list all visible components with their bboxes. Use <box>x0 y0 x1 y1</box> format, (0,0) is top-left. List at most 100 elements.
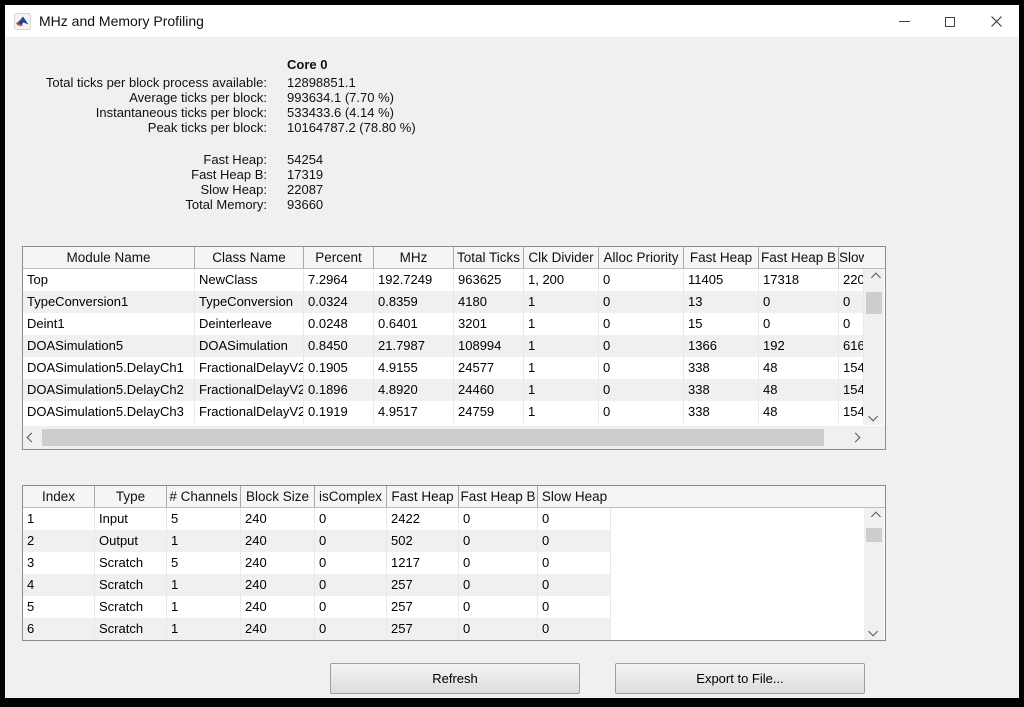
profiling-window: MHz and Memory Profiling Core 0 Total ti <box>5 5 1019 698</box>
table-cell: 0 <box>538 530 611 552</box>
export-to-file-button[interactable]: Export to File... <box>615 663 865 694</box>
table-row[interactable]: 2Output1240050200 <box>23 530 611 552</box>
table-cell: DOASimulation5.DelayCh1 <box>23 357 195 379</box>
table-cell: 11405 <box>684 269 759 291</box>
table-cell: 1 <box>167 574 241 596</box>
table-cell: 4.9517 <box>374 401 454 423</box>
table-cell: 4.9155 <box>374 357 454 379</box>
table-cell: 0 <box>599 401 684 423</box>
table-cell: 15 <box>684 313 759 335</box>
table-cell: 0 <box>599 313 684 335</box>
chevron-down-icon <box>868 412 878 422</box>
table-row[interactable]: TopNewClass7.2964192.72499636251, 200011… <box>23 269 864 291</box>
table-row[interactable]: DOASimulation5.DelayCh1FractionalDelayV2… <box>23 357 864 379</box>
table-cell: 0 <box>839 313 864 335</box>
memory-table-vertical-scrollbar[interactable] <box>864 508 884 640</box>
table-cell: DOASimulation5.DelayCh2 <box>23 379 195 401</box>
table-cell: 0 <box>599 357 684 379</box>
table-cell: 1 <box>167 530 241 552</box>
table-cell: 0 <box>538 574 611 596</box>
table-cell: Scratch <box>95 618 167 640</box>
table-row[interactable]: Deint1Deinterleave0.02480.64013201101500 <box>23 313 864 335</box>
table-cell: 0 <box>459 618 538 640</box>
stat-row: Instantaneous ticks per block: 533433.6 … <box>32 105 416 120</box>
scroll-right-button[interactable] <box>847 426 864 449</box>
table-row[interactable]: DOASimulation5.DelayCh3FractionalDelayV2… <box>23 401 864 423</box>
table-cell: 1366 <box>684 335 759 357</box>
table-row[interactable]: DOASimulation5.DelayCh2FractionalDelayV2… <box>23 379 864 401</box>
column-header: MHz <box>374 247 454 268</box>
scroll-up-button[interactable] <box>864 508 884 525</box>
table-cell: Input <box>95 508 167 530</box>
scroll-track[interactable] <box>864 525 884 623</box>
stat-row: Average ticks per block: 993634.1 (7.70 … <box>32 90 416 105</box>
table-row[interactable]: 6Scratch1240025700 <box>23 618 611 640</box>
stat-row: Core 0 <box>32 57 416 72</box>
module-table: Module NameClass NamePercentMHzTotal Tic… <box>22 246 886 450</box>
table-cell: 4.8920 <box>374 379 454 401</box>
table-cell: 338 <box>684 357 759 379</box>
column-header: Fast Heap B <box>459 486 538 507</box>
scroll-thumb[interactable] <box>42 429 824 446</box>
table-row[interactable]: 1Input52400242200 <box>23 508 611 530</box>
stat-row: Total Memory: 93660 <box>32 197 416 212</box>
scroll-thumb[interactable] <box>866 528 882 542</box>
scroll-up-button[interactable] <box>864 269 884 286</box>
close-button[interactable] <box>973 5 1019 38</box>
table-row[interactable]: 5Scratch1240025700 <box>23 596 611 618</box>
table-cell: DOASimulation <box>195 335 304 357</box>
scroll-track[interactable] <box>40 426 847 449</box>
table-cell: FractionalDelayV2 <box>195 401 304 423</box>
minimize-icon <box>899 21 910 22</box>
table-cell: 338 <box>684 379 759 401</box>
column-header: Slow Heap <box>839 247 864 268</box>
matlab-icon[interactable] <box>14 13 31 30</box>
stat-label: Instantaneous ticks per block: <box>32 105 267 120</box>
minimize-button[interactable] <box>881 5 927 38</box>
module-table-horizontal-scrollbar[interactable] <box>23 426 864 449</box>
table-row[interactable]: 3Scratch52400121700 <box>23 552 611 574</box>
table-row[interactable]: DOASimulation5DOASimulation0.845021.7987… <box>23 335 864 357</box>
scroll-down-button[interactable] <box>864 623 884 640</box>
table-cell: 0 <box>459 530 538 552</box>
table-cell: 240 <box>241 574 315 596</box>
title-bar[interactable]: MHz and Memory Profiling <box>5 5 1019 38</box>
table-cell: 0.0324 <box>304 291 374 313</box>
stat-value: 17319 <box>287 167 323 182</box>
table-cell: 1 <box>23 508 95 530</box>
stat-value: 93660 <box>287 197 323 212</box>
table-cell: 48 <box>759 379 839 401</box>
refresh-button[interactable]: Refresh <box>330 663 580 694</box>
module-table-vertical-scrollbar[interactable] <box>864 269 884 425</box>
scroll-thumb[interactable] <box>866 292 882 314</box>
table-cell: 48 <box>759 401 839 423</box>
table-cell: 338 <box>684 401 759 423</box>
table-cell: 1 <box>167 596 241 618</box>
chevron-up-icon <box>870 273 880 283</box>
table-cell: 0 <box>315 530 387 552</box>
scroll-track[interactable] <box>864 286 884 408</box>
table-cell: 108994 <box>454 335 524 357</box>
table-cell: 154 <box>839 401 864 423</box>
table-cell: 240 <box>241 618 315 640</box>
scroll-left-button[interactable] <box>23 426 40 449</box>
table-row[interactable]: TypeConversion1TypeConversion0.03240.835… <box>23 291 864 313</box>
column-header: Slow Heap <box>538 486 611 507</box>
table-row[interactable]: 4Scratch1240025700 <box>23 574 611 596</box>
table-cell: FractionalDelayV2 <box>195 357 304 379</box>
maximize-button[interactable] <box>927 5 973 38</box>
stat-row: Peak ticks per block: 10164787.2 (78.80 … <box>32 120 416 135</box>
table-cell: 21.7987 <box>374 335 454 357</box>
table-cell: 13 <box>684 291 759 313</box>
table-cell: 154 <box>839 357 864 379</box>
stat-value: 22087 <box>287 182 323 197</box>
table-cell: 257 <box>387 618 459 640</box>
stat-value: 12898851.1 <box>287 75 356 90</box>
table-cell: 2422 <box>387 508 459 530</box>
table-cell: 0 <box>599 291 684 313</box>
table-cell: 0 <box>839 291 864 313</box>
table-cell: 0 <box>459 596 538 618</box>
table-cell: 240 <box>241 552 315 574</box>
stat-value: 54254 <box>287 152 323 167</box>
scroll-down-button[interactable] <box>864 408 884 425</box>
